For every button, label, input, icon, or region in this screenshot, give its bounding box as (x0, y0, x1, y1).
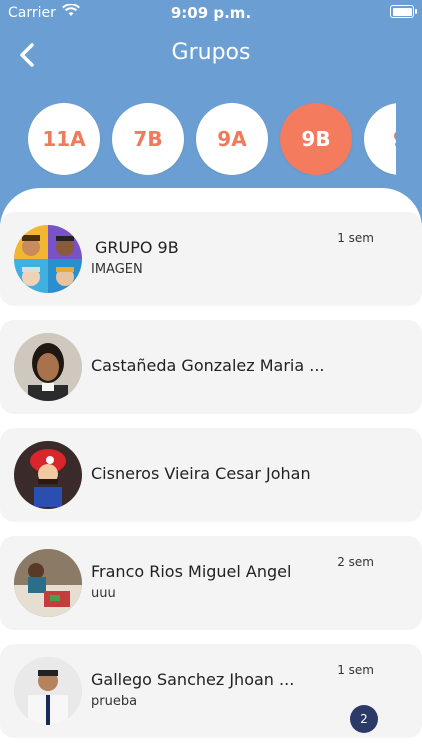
chat-name: Franco Rios Miguel Angel (91, 562, 292, 581)
chat-name: Castañeda Gonzalez Maria ... (91, 356, 325, 375)
group-chip-11a[interactable]: 11A (28, 103, 100, 175)
battery-icon (390, 5, 417, 18)
group-chip-9b[interactable]: 9B (280, 103, 352, 175)
avatar (14, 657, 82, 725)
avatar (14, 225, 82, 293)
page-title: Grupos (171, 40, 251, 65)
chat-last-message: uuu (91, 586, 116, 601)
chat-time: 1 sem (337, 663, 374, 677)
group-chip-7b[interactable]: 7B (112, 103, 184, 175)
status-time: 9:09 p.m. (170, 4, 252, 22)
avatar (14, 333, 82, 401)
chat-item-castaneda[interactable]: Castañeda Gonzalez Maria ... (0, 320, 422, 414)
chat-name: GRUPO 9B (95, 238, 179, 257)
chat-name: Gallego Sanchez Jhoan ... (91, 670, 295, 689)
group-chip-partial[interactable]: 9 (364, 103, 396, 175)
chat-item-franco[interactable]: Franco Rios Miguel Angel uuu 2 sem (0, 536, 422, 630)
groups-selector: 11A 7B 9A 9B 9 (28, 103, 396, 175)
chat-name: Cisneros Vieira Cesar Johan (91, 464, 311, 483)
chat-time: 2 sem (337, 555, 374, 569)
avatar (14, 549, 82, 617)
chat-item-cisneros[interactable]: Cisneros Vieira Cesar Johan (0, 428, 422, 522)
unread-badge: 2 (350, 705, 378, 733)
chat-item-grupo-9b[interactable]: GRUPO 9B IMAGEN 1 sem (0, 212, 422, 306)
chat-item-gallego[interactable]: Gallego Sanchez Jhoan ... prueba 1 sem 2 (0, 644, 422, 738)
chat-last-message: prueba (91, 694, 138, 709)
chat-time: 1 sem (337, 231, 374, 245)
avatar (14, 441, 82, 509)
status-bar: Carrier 9:09 p.m. (0, 0, 422, 26)
group-chip-9a[interactable]: 9A (196, 103, 268, 175)
chat-last-message: IMAGEN (91, 262, 143, 277)
